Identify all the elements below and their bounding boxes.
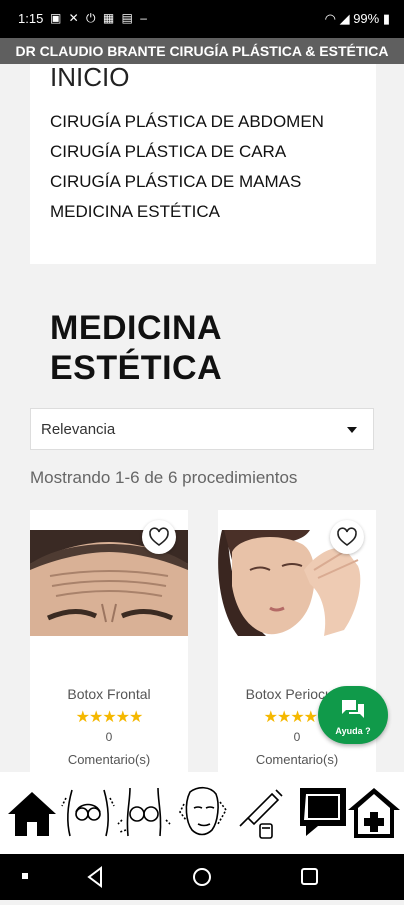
system-nav-bar [0, 854, 404, 900]
product-name[interactable]: Botox Frontal [30, 686, 188, 702]
signal-icon: ◢ [339, 11, 350, 26]
results-count: Mostrando 1-6 de 6 procedimientos [30, 468, 298, 487]
comments-count: 0 [105, 730, 113, 744]
menu-item-mamas[interactable]: CIRUGÍA PLÁSTICA DE MAMAS [50, 172, 301, 192]
comments-label: Comentario(s) [255, 752, 339, 767]
help-chat-button[interactable]: Ayuda ? [318, 686, 388, 744]
status-time: 1:15 [18, 11, 44, 26]
status-bar: 1:15 ▣ ✕ ⏻ ▦ ▤ – ◠ ◢ 99% ▮ [0, 0, 404, 38]
category-menu: INICIO CIRUGÍA PLÁSTICA DE ABDOMEN CIRUG… [30, 64, 376, 264]
page-title-line1: MEDICINA [50, 309, 223, 347]
notification-icons: ▣ ✕ ⏻ ▦ ▤ – [50, 11, 149, 25]
chat-icon[interactable] [296, 784, 352, 840]
page-content[interactable]: INICIO CIRUGÍA PLÁSTICA DE ABDOMEN CIRUG… [0, 64, 404, 772]
battery-level: 99% [353, 11, 380, 26]
status-right: ◠ ◢ 99% ▮ [325, 11, 390, 27]
wifi-icon: ◠ [324, 11, 336, 26]
sort-select-value: Relevancia [41, 421, 116, 438]
menu-item-cara[interactable]: CIRUGÍA PLÁSTICA DE CARA [50, 142, 286, 162]
menu-item-inicio[interactable]: INICIO [50, 64, 129, 93]
help-label: Ayuda ? [335, 726, 371, 736]
menu-dot-icon[interactable] [22, 873, 28, 879]
bottom-nav [0, 772, 404, 854]
menu-item-medicina-estetica[interactable]: MEDICINA ESTÉTICA [50, 202, 220, 222]
favorite-heart-icon[interactable] [330, 520, 364, 554]
page-title: MEDICINA ESTÉTICA [50, 308, 222, 388]
home-button-icon[interactable] [193, 868, 211, 886]
abdomen-icon[interactable] [60, 784, 116, 840]
comments-label: Comentario(s) [67, 752, 151, 767]
back-icon[interactable] [87, 866, 102, 888]
rating-stars: ★★★★★ [75, 709, 144, 726]
favorite-heart-icon[interactable] [142, 520, 176, 554]
recents-icon[interactable] [301, 868, 318, 885]
medical-house-icon[interactable] [346, 784, 402, 840]
injection-icon[interactable] [232, 784, 288, 840]
product-card[interactable]: Botox Frontal ★★★★★ 0 Comentario(s) [30, 510, 188, 772]
sort-select[interactable]: Relevancia [30, 408, 374, 450]
battery-icon: ▮ [382, 11, 390, 26]
app-title-bar: DR CLAUDIO BRANTE CIRUGÍA PLÁSTICA & EST… [0, 38, 404, 64]
chat-bubbles-icon [342, 700, 364, 718]
menu-item-abdomen[interactable]: CIRUGÍA PLÁSTICA DE ABDOMEN [50, 112, 324, 132]
page-title-line2: ESTÉTICA [50, 349, 223, 387]
caret-down-icon [347, 427, 357, 433]
face-icon[interactable] [174, 784, 230, 840]
home-icon[interactable] [4, 784, 60, 840]
breast-icon[interactable] [116, 784, 172, 840]
